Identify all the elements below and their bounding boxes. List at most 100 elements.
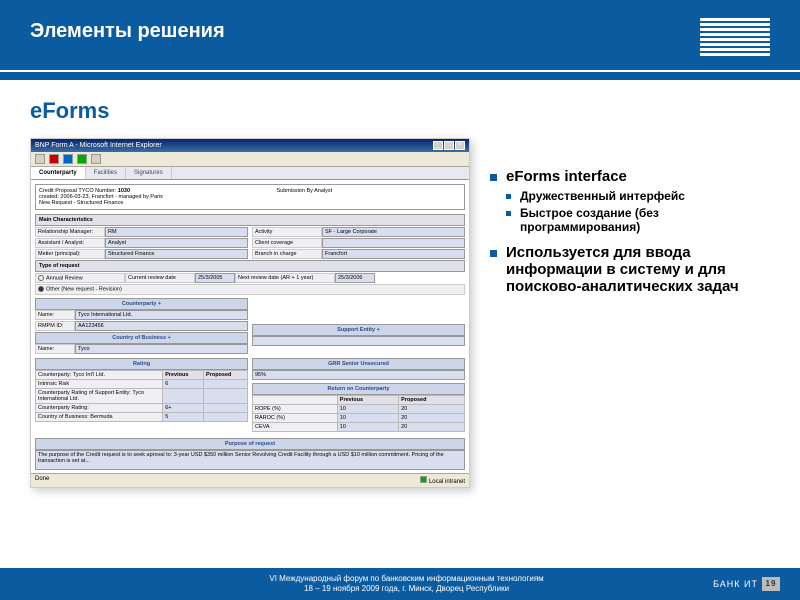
- next-review-label: Next review date (AR + 1 year): [235, 273, 335, 283]
- bullet-lead: eForms interface: [506, 168, 770, 185]
- credit-newreq: New Request - Structured Finance: [39, 200, 265, 206]
- proposed-header: Proposed: [399, 395, 465, 404]
- left-column: eForms BNP Form A - Microsoft Internet E…: [30, 98, 470, 488]
- rope-prop[interactable]: 20: [399, 404, 465, 413]
- footer-text: VI Международный форум по банковским инф…: [100, 574, 713, 595]
- bullet-item: Используется для ввода информации в сист…: [490, 244, 770, 295]
- tab-counterparty[interactable]: Counterparty: [31, 167, 86, 179]
- footer-line1: VI Международный форум по банковским инф…: [100, 574, 713, 584]
- purpose-header: Purpose of request: [35, 438, 465, 450]
- cob-name-label: Name:: [35, 344, 75, 354]
- cp-rating2-label: Counterparty Rating:: [36, 403, 163, 412]
- radio-icon[interactable]: [38, 275, 44, 281]
- header-underline: [0, 72, 800, 80]
- cp-rating-label: Counterparty: Tyco Int'l Ltd.: [36, 370, 163, 379]
- ie-statusbar: Done Local intranet: [31, 473, 469, 487]
- status-done: Done: [35, 476, 49, 485]
- raroc-prev[interactable]: 10: [337, 413, 398, 422]
- ceva-label: CEVA: [253, 422, 338, 431]
- maximize-button[interactable]: □: [444, 141, 454, 150]
- bullet-lead: Используется для ввода информации в сист…: [506, 244, 770, 295]
- bullet-list: eForms interface Дружественный интерфейс…: [490, 168, 770, 295]
- annual-review-label: Annual Review: [46, 275, 83, 281]
- rating-section: Rating Counterparty: Tyco Int'l Ltd.Prev…: [35, 358, 465, 435]
- cob2-value[interactable]: 5: [163, 412, 204, 421]
- page-number: 19: [762, 577, 780, 591]
- name-value[interactable]: Tyco International Ltd.: [75, 310, 248, 320]
- purpose-text[interactable]: The purpose of the Credit request is to …: [35, 450, 465, 470]
- current-review-label: Current review date: [125, 273, 195, 283]
- type-request-header: Type of request: [35, 260, 465, 272]
- rmpm-value[interactable]: AA123456: [75, 321, 248, 331]
- cp-rating2-value[interactable]: 6+: [163, 403, 204, 412]
- cc-value[interactable]: [322, 238, 465, 248]
- grr-header: GRR Senior Unsecured: [252, 358, 465, 370]
- counterparty-header[interactable]: Counterparty: [35, 298, 248, 310]
- ceva-prev[interactable]: 10: [337, 422, 398, 431]
- window-title: BNP Form A - Microsoft Internet Explorer: [35, 142, 162, 149]
- slide-footer: VI Международный форум по банковским инф…: [0, 568, 800, 600]
- cob-value[interactable]: Tyco: [75, 344, 248, 354]
- radio-icon[interactable]: [38, 286, 44, 292]
- sub-bullet-item: Быстрое создание (без программирования): [506, 206, 770, 234]
- slide-header: Элементы решения: [0, 0, 800, 70]
- minimize-button[interactable]: _: [433, 141, 443, 150]
- ceva-prop[interactable]: 20: [399, 422, 465, 431]
- toolbar-icon[interactable]: [91, 154, 101, 164]
- eforms-screenshot: BNP Form A - Microsoft Internet Explorer…: [30, 138, 470, 488]
- rope-label: ROPE (%): [253, 404, 338, 413]
- sub-bullet-list: Дружественный интерфейс Быстрое создание…: [506, 189, 770, 234]
- toolbar-icon[interactable]: [77, 154, 87, 164]
- tab-signatures[interactable]: Signatures: [126, 167, 172, 179]
- name-label: Name:: [35, 310, 75, 320]
- slide-content: eForms BNP Form A - Microsoft Internet E…: [0, 80, 800, 488]
- previous-header: Previous: [163, 370, 204, 379]
- branch-value[interactable]: Francfort: [322, 249, 465, 259]
- form-body: Credit Proposal TYCO Number: 1030 create…: [31, 180, 469, 480]
- aa-value[interactable]: Analyst: [105, 238, 248, 248]
- cc-label: Client coverage: [252, 238, 322, 248]
- other-request-label: Other (New request - Revision): [46, 287, 122, 293]
- right-column: eForms interface Дружественный интерфейс…: [490, 98, 770, 488]
- support-entity-value[interactable]: [252, 336, 465, 346]
- close-button[interactable]: ×: [455, 141, 465, 150]
- toolbar-icon[interactable]: [63, 154, 73, 164]
- raroc-prop[interactable]: 20: [399, 413, 465, 422]
- cob-header[interactable]: Country of Business: [35, 332, 248, 344]
- sub-bullet-item: Дружественный интерфейс: [506, 189, 770, 203]
- credit-proposal-box: Credit Proposal TYCO Number: 1030 create…: [35, 184, 465, 210]
- activity-label: Activity: [252, 227, 322, 237]
- current-review-value[interactable]: 25/3/2005: [195, 273, 235, 283]
- support-entity-header[interactable]: Support Entity: [252, 324, 465, 336]
- next-review-value[interactable]: 25/3/2006: [335, 273, 375, 283]
- rm-value[interactable]: RM: [105, 227, 248, 237]
- annual-review-row: Annual Review Current review date 25/3/2…: [35, 273, 465, 283]
- counterparty-section: Counterparty Name:Tyco International Ltd…: [35, 298, 465, 355]
- ibm-logo: [700, 18, 770, 56]
- previous-header: Previous: [337, 395, 398, 404]
- cob2-label: Country of Business: Bermuda: [36, 412, 163, 421]
- toolbar-icon[interactable]: [49, 154, 59, 164]
- other-request-row: Other (New request - Revision): [35, 284, 465, 294]
- section-title: eForms: [30, 98, 470, 124]
- intrinsic-value[interactable]: 6: [163, 379, 204, 388]
- metier-value[interactable]: Structured Finance: [105, 249, 248, 259]
- rope-prev[interactable]: 10: [337, 404, 398, 413]
- bullet-item: eForms interface Дружественный интерфейс…: [490, 168, 770, 234]
- window-controls: _ □ ×: [433, 141, 465, 150]
- toolbar-icon[interactable]: [35, 154, 45, 164]
- rating-header: Rating: [35, 358, 248, 370]
- ie-titlebar: BNP Form A - Microsoft Internet Explorer…: [31, 139, 469, 152]
- grr-value[interactable]: 95%: [252, 370, 465, 380]
- proposed-header: Proposed: [204, 370, 248, 379]
- tab-facilities[interactable]: Facilities: [86, 167, 126, 179]
- slide-title: Элементы решения: [30, 20, 770, 43]
- submission-label: Submission By Analyst: [277, 188, 462, 194]
- rmpm-label: RMPM ID:: [35, 321, 75, 331]
- form-tabs: Counterparty Facilities Signatures: [31, 167, 469, 180]
- rm-label: Relationship Manager:: [35, 227, 105, 237]
- metier-label: Metier (principal):: [35, 249, 105, 259]
- ie-toolbar: [31, 152, 469, 167]
- activity-value[interactable]: SF - Large Corporate: [322, 227, 465, 237]
- status-zone: Local intranet: [429, 479, 465, 485]
